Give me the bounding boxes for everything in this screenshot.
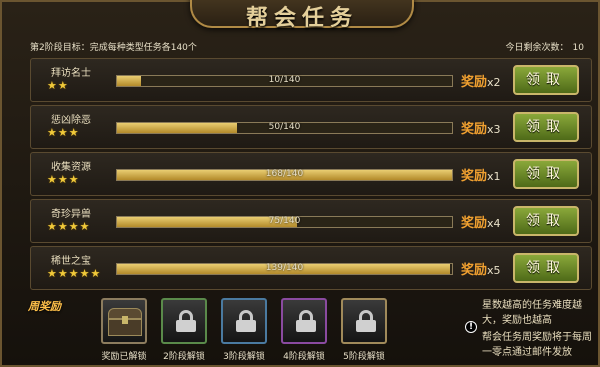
star-rating: ★★★★★	[47, 267, 102, 280]
progress-text: 75/140	[268, 216, 301, 226]
task-name: 拜访名士	[51, 68, 91, 79]
claim-button[interactable]: 领取	[513, 112, 579, 142]
reward-mult-value: x2	[487, 76, 501, 89]
task-name: 奇珍异兽	[51, 209, 91, 220]
lock-icon	[236, 310, 256, 332]
claim-button[interactable]: 领取	[513, 206, 579, 236]
reward-label: 奖励	[461, 263, 488, 278]
star-rating: ★★★	[47, 126, 80, 139]
task-row: 拜访名士 ★★ 10/140 奖励x2 领取	[30, 58, 592, 102]
task-row: 奇珍异兽 ★★★★ 75/140 奖励x4 领取	[30, 199, 592, 243]
reward-label: 奖励	[461, 169, 488, 184]
progress-text: 139/140	[265, 263, 304, 273]
reward-multiplier: 奖励x5	[461, 259, 501, 278]
reward-multiplier: 奖励x4	[461, 212, 501, 231]
stage-goal-text: 第2阶段目标：完成每种类型任务各140个	[30, 43, 197, 53]
claim-button[interactable]: 领取	[513, 253, 579, 283]
weekly-reward-slot[interactable]	[281, 298, 327, 344]
weekly-reward-slot[interactable]	[221, 298, 267, 344]
chest-icon	[108, 308, 142, 336]
star-rating: ★★	[47, 79, 69, 92]
reward-mult-value: x1	[487, 170, 501, 183]
weekly-reward-slot[interactable]	[161, 298, 207, 344]
progress-text: 10/140	[268, 75, 301, 85]
weekly-reward-slot[interactable]	[101, 298, 147, 344]
star-rating: ★★★	[47, 173, 80, 186]
reward-mult-value: x5	[487, 264, 501, 277]
title-plate: 帮会任务	[190, 0, 414, 31]
reward-label: 奖励	[461, 122, 488, 137]
lock-icon	[356, 310, 376, 332]
reward-label: 奖励	[461, 216, 488, 231]
slot-caption: 5阶段解锁	[343, 352, 385, 362]
task-row: 收集资源 ★★★ 168/140 奖励x1 领取	[30, 152, 592, 196]
claim-button[interactable]: 领取	[513, 65, 579, 95]
progress-bar: 168/140	[116, 169, 453, 181]
lock-icon	[176, 310, 196, 332]
star-rating: ★★★★	[47, 220, 91, 233]
reward-mult-value: x4	[487, 217, 501, 230]
remaining-value: 10	[572, 43, 584, 53]
weekly-reward-slot[interactable]	[341, 298, 387, 344]
lock-icon	[296, 310, 316, 332]
progress-bar: 75/140	[116, 216, 453, 228]
progress-bar: 139/140	[116, 263, 453, 275]
progress-text: 50/140	[268, 122, 301, 132]
remaining-label: 今日剩余次数：	[505, 43, 569, 53]
claim-button[interactable]: 领取	[513, 159, 579, 189]
note-line-1: 星数越高的任务难度越大，奖励也越高	[482, 300, 582, 326]
reward-multiplier: 奖励x3	[461, 118, 501, 137]
progress-bar: 10/140	[116, 75, 453, 87]
reward-multiplier: 奖励x2	[461, 71, 501, 90]
info-icon: !	[465, 321, 477, 333]
task-name: 惩凶除恶	[51, 115, 91, 126]
page-title: 帮会任务	[245, 5, 358, 31]
progress-bar: 50/140	[116, 122, 453, 134]
reward-notes: 星数越高的任务难度越大，奖励也越高 帮会任务周奖励将于每周一零点通过邮件发放	[482, 298, 597, 360]
task-name: 收集资源	[51, 162, 91, 173]
reward-multiplier: 奖励x1	[461, 165, 501, 184]
task-row: 稀世之宝 ★★★★★ 139/140 奖励x5 领取	[30, 246, 592, 290]
note-line-2: 帮会任务周奖励将于每周一零点通过邮件发放	[482, 332, 592, 358]
guild-task-panel: 帮会任务 第2阶段目标：完成每种类型任务各140个 今日剩余次数： 10 拜访名士…	[0, 0, 600, 367]
remaining-count: 今日剩余次数： 10	[506, 40, 584, 53]
task-row: 惩凶除恶 ★★★ 50/140 奖励x3 领取	[30, 105, 592, 149]
progress-text: 168/140	[265, 169, 304, 179]
weekly-reward-label: 周奖励	[28, 300, 61, 313]
task-name: 稀世之宝	[51, 256, 91, 267]
reward-mult-value: x3	[487, 123, 501, 136]
reward-label: 奖励	[461, 75, 488, 90]
